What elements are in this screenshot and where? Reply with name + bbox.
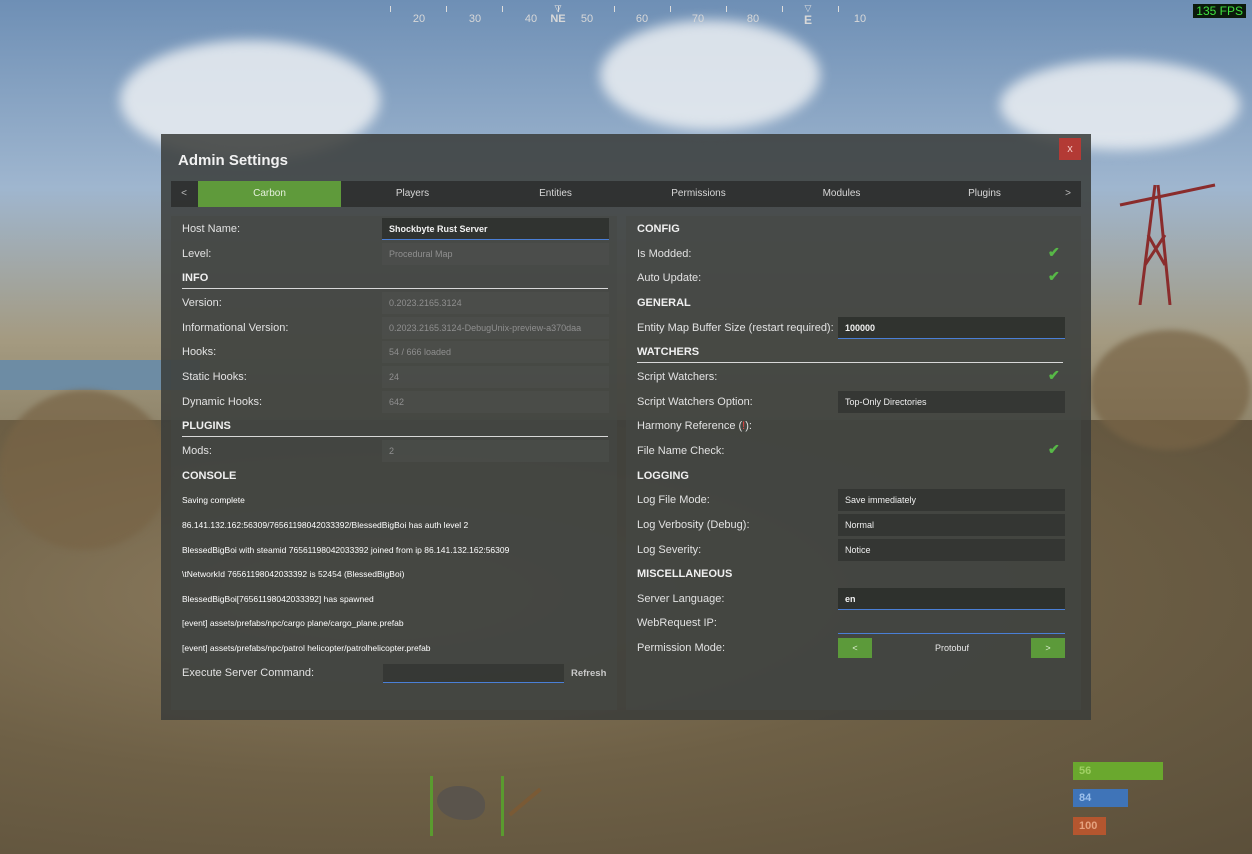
is-modded-label: Is Modded: — [637, 248, 692, 260]
console-header: CONSOLE — [182, 470, 237, 482]
mods-label: Mods: — [182, 445, 212, 457]
log-file-mode-label: Log File Mode: — [637, 494, 710, 506]
script-watchers-option-label: Script Watchers Option: — [637, 396, 753, 408]
auto-update-check-icon[interactable]: ✔ — [1048, 268, 1060, 285]
console-line: \tNetworkId 76561198042033392 is 52454 (… — [182, 569, 405, 579]
hooks-label: Hooks: — [182, 346, 217, 358]
info-header: INFO — [182, 272, 209, 284]
tab-next-button[interactable]: > — [1055, 181, 1081, 207]
tab-carbon[interactable]: Carbon — [198, 181, 341, 207]
log-severity-select[interactable]: Notice — [838, 539, 1065, 561]
log-severity-label: Log Severity: — [637, 544, 702, 556]
tab-bar: < Carbon Players Entities Permissions Mo… — [171, 181, 1081, 207]
auto-update-label: Auto Update: — [637, 272, 702, 284]
tab-modules[interactable]: Modules — [770, 181, 913, 207]
compass-bar: 20 30 40 ▽ NE 50 60 70 80 ▽ E 10 — [390, 0, 870, 30]
server-command-input[interactable] — [383, 664, 564, 683]
compass-number: 40 — [524, 13, 538, 25]
food-bar: 100 — [1073, 817, 1106, 835]
config-header: CONFIG — [637, 223, 680, 235]
harmony-reference-label: Harmony Reference (!): — [637, 416, 752, 436]
console-line: [event] assets/prefabs/npc/cargo plane/c… — [182, 618, 404, 628]
compass-number: 60 — [635, 13, 649, 25]
cloud — [600, 20, 820, 130]
watchers-header: WATCHERS — [637, 346, 700, 358]
info-version-label: Informational Version: — [182, 322, 289, 334]
file-name-check-icon[interactable]: ✔ — [1048, 441, 1060, 458]
compass-heading-e: E — [803, 13, 813, 27]
logging-header: LOGGING — [637, 470, 689, 482]
divider — [182, 288, 608, 289]
script-watchers-check-icon[interactable]: ✔ — [1048, 367, 1060, 384]
compass-number: 20 — [412, 13, 426, 25]
console-line: Saving complete — [182, 495, 245, 505]
tab-plugins[interactable]: Plugins — [913, 181, 1056, 207]
log-verbosity-label: Log Verbosity (Debug): — [637, 519, 750, 531]
static-hooks-label: Static Hooks: — [182, 371, 247, 383]
is-modded-check-icon[interactable]: ✔ — [1048, 244, 1060, 261]
bush — [0, 390, 170, 550]
compass-heading-ne: NE — [550, 13, 566, 25]
plugins-header: PLUGINS — [182, 420, 231, 432]
webrequest-ip-input[interactable] — [838, 612, 1065, 634]
command-label: Execute Server Command: — [182, 667, 315, 679]
permission-mode-next-button[interactable]: > — [1031, 638, 1065, 658]
console-line: BlessedBigBoi[76561198042033392] has spa… — [182, 594, 374, 604]
console-line: [event] assets/prefabs/npc/patrol helico… — [182, 643, 431, 653]
hydration-bar: 84 — [1073, 789, 1128, 807]
console-line: 86.141.132.162:56309/76561198042033392/B… — [182, 520, 469, 530]
script-watchers-option-select[interactable]: Top-Only Directories — [838, 391, 1065, 413]
compass-number: 10 — [853, 13, 867, 25]
tab-players[interactable]: Players — [341, 181, 484, 207]
script-watchers-label: Script Watchers: — [637, 371, 718, 383]
file-name-check-label: File Name Check: — [637, 445, 725, 457]
compass-number: 30 — [468, 13, 482, 25]
health-bar: 56 — [1073, 762, 1163, 780]
level-value: Procedural Map — [382, 243, 609, 265]
dynamic-hooks-label: Dynamic Hooks: — [182, 396, 263, 408]
divider — [637, 362, 1063, 363]
permission-mode-value: Protobuf — [934, 643, 970, 653]
harmony-label-end: ): — [745, 420, 752, 432]
server-language-label: Server Language: — [637, 593, 725, 605]
refresh-button[interactable]: Refresh — [571, 668, 606, 679]
close-button[interactable]: x — [1059, 138, 1081, 160]
misc-header: MISCELLANEOUS — [637, 568, 733, 580]
tab-entities[interactable]: Entities — [484, 181, 627, 207]
general-header: GENERAL — [637, 297, 691, 309]
power-tower — [1119, 183, 1216, 305]
version-label: Version: — [182, 297, 222, 309]
compass-number: 50 — [580, 13, 594, 25]
admin-settings-window: Admin Settings x < Carbon Players Entiti… — [161, 134, 1091, 720]
mods-value: 2 — [382, 440, 609, 462]
log-verbosity-select[interactable]: Normal — [838, 514, 1065, 536]
host-name-input[interactable]: Shockbyte Rust Server — [382, 218, 609, 240]
webrequest-ip-label: WebRequest IP: — [637, 617, 717, 629]
static-hooks-value: 24 — [382, 366, 609, 388]
harmony-label-text: Harmony Reference ( — [637, 420, 743, 432]
divider — [182, 436, 608, 437]
entity-map-label: Entity Map Buffer Size (restart required… — [637, 322, 834, 334]
log-file-mode-select[interactable]: Save immediately — [838, 489, 1065, 511]
level-label: Level: — [182, 248, 212, 260]
compass-number: 70 — [691, 13, 705, 25]
fps-counter: 135 FPS — [1193, 4, 1246, 18]
console-line: BlessedBigBoi with steamid 7656119804203… — [182, 545, 510, 555]
hooks-value: 54 / 666 loaded — [382, 341, 609, 363]
bush — [1090, 330, 1250, 450]
permission-mode-label: Permission Mode: — [637, 642, 726, 654]
host-name-label: Host Name: — [182, 223, 241, 235]
version-value: 0.2023.2165.3124 — [382, 292, 609, 314]
window-title: Admin Settings — [178, 152, 289, 169]
tab-permissions[interactable]: Permissions — [627, 181, 770, 207]
compass-number: 80 — [746, 13, 760, 25]
carbon-info-column: Host Name: Shockbyte Rust Server Level: … — [171, 216, 617, 710]
dynamic-hooks-value: 642 — [382, 391, 609, 413]
tab-prev-button[interactable]: < — [171, 181, 197, 207]
permission-mode-prev-button[interactable]: < — [838, 638, 872, 658]
entity-map-input[interactable]: 100000 — [838, 317, 1065, 339]
server-language-input[interactable]: en — [838, 588, 1065, 610]
carbon-config-column: CONFIG Is Modded: ✔ Auto Update: ✔ GENER… — [626, 216, 1081, 710]
info-version-value: 0.2023.2165.3124-DebugUnix-preview-a370d… — [382, 317, 609, 339]
